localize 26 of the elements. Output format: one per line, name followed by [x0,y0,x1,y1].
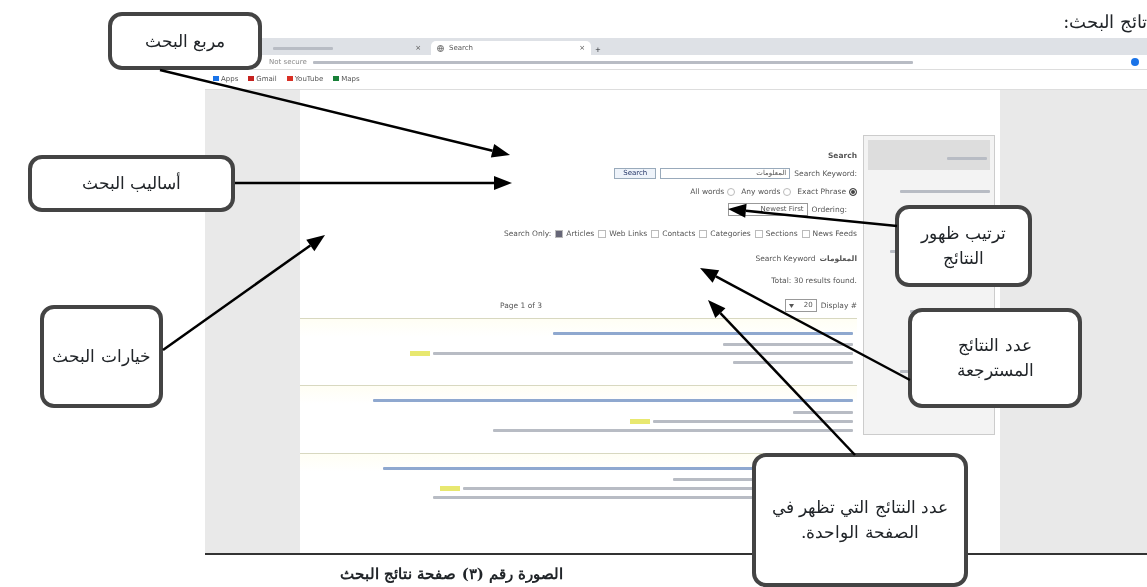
checkbox[interactable] [754,229,763,238]
radio-button[interactable] [727,187,736,196]
radio-button[interactable] [849,187,857,196]
highlight-mark [440,485,460,491]
document-heading: تائج البحث: [1063,10,1147,35]
checkbox[interactable] [699,229,708,238]
callout-box: عدد النتائج المسترجعة [908,308,1082,408]
callout-box: خيارات البحث [40,305,163,408]
checkbox[interactable] [555,229,564,238]
checkbox[interactable] [598,229,607,238]
callout-box: ترتيب ظهور النتائج [895,205,1032,287]
caret-icon [788,303,794,308]
highlight-mark [410,351,430,357]
checkbox[interactable] [801,229,810,238]
highlight-mark [630,418,650,424]
profile-icon[interactable] [1131,58,1139,66]
figure-caption: الصورة رقم (٣) صفحة نتائج البحث [340,564,564,585]
blurred-text [793,410,853,414]
blurred-text [947,157,987,160]
callout-box: أساليب البحث [28,155,235,212]
radio-button[interactable] [783,187,792,196]
blurred-text [273,46,333,50]
callout-box: عدد النتائج التي تظهر في الصفحة الواحدة. [752,453,968,587]
callout-box: مربع البحث [108,12,262,70]
checkbox[interactable] [651,229,660,238]
globe-icon [437,44,444,52]
